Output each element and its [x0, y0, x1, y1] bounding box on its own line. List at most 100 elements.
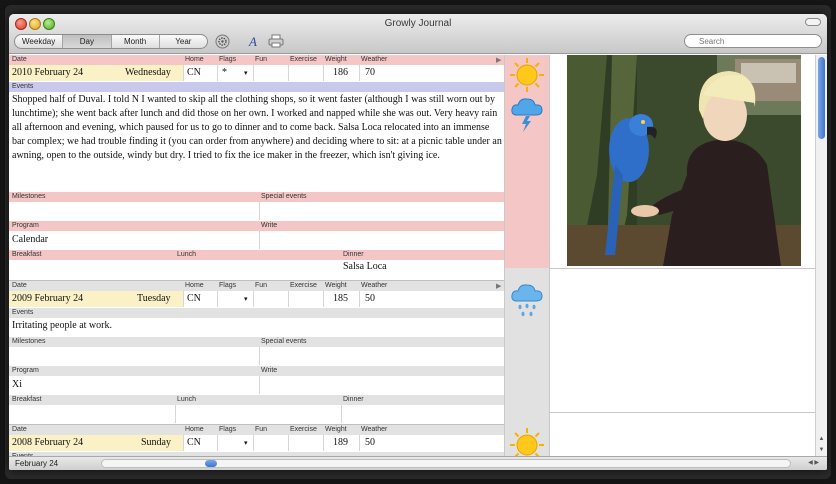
view-weekday-button[interactable]: Weekday	[15, 35, 64, 48]
home-value[interactable]: CN	[187, 436, 201, 450]
special-events-label: Special events	[261, 193, 307, 200]
events-text[interactable]: Irritating people at work.	[12, 319, 502, 335]
weight-value[interactable]: 189	[333, 436, 348, 450]
column-separator	[183, 291, 184, 307]
column-separator	[253, 291, 254, 307]
vertical-scroll-thumb[interactable]	[818, 57, 825, 139]
date-header: Date	[12, 426, 27, 433]
column-separator	[359, 435, 360, 451]
weight-header: Weight	[325, 426, 347, 433]
write-label: Write	[261, 222, 278, 229]
column-separator	[323, 435, 324, 451]
meals-label-bar: Breakfast Lunch Dinner	[9, 395, 504, 405]
current-date-label: February 24	[15, 459, 59, 468]
entry-weekday: Tuesday	[137, 293, 171, 304]
gear-icon[interactable]	[214, 34, 230, 49]
scroll-arrows-icon[interactable]: ▲ ▼	[816, 434, 827, 456]
column-separator	[259, 376, 260, 394]
horizontal-scrollbar[interactable]	[101, 459, 791, 468]
weight-value[interactable]: 185	[333, 292, 348, 306]
view-month-button[interactable]: Month	[112, 35, 160, 48]
exercise-header: Exercise	[290, 426, 317, 433]
breakfast-label: Breakfast	[12, 396, 42, 403]
view-day-button[interactable]: Day	[63, 35, 112, 48]
column-separator	[175, 405, 176, 423]
vertical-scrollbar[interactable]: ▲ ▼	[815, 55, 827, 456]
events-label-bar: Events	[9, 82, 504, 92]
flags-header: Flags	[219, 426, 237, 433]
flags-dropdown-icon[interactable]: ▾	[244, 66, 248, 80]
photo-column	[550, 55, 815, 456]
events-label: Events	[12, 83, 34, 90]
program-label-bar: Program Write	[9, 366, 504, 376]
column-separator	[288, 291, 289, 307]
column-separator	[217, 435, 218, 451]
print-icon[interactable]	[268, 34, 284, 49]
date-header: Date	[12, 56, 27, 63]
title-toolbar: Growly Journal Weekday Day Month Year A	[9, 14, 827, 54]
entry-values-row: 2010 February 24 Wednesday CN * ▾ 186 70	[9, 65, 504, 81]
horizontal-scroll-arrows-icon[interactable]: ◀ ▶	[808, 458, 819, 469]
column-separator	[259, 202, 260, 220]
horizontal-scroll-thumb[interactable]	[205, 460, 217, 467]
column-separator	[259, 231, 260, 249]
program-row[interactable]: Xi	[9, 376, 504, 394]
program-label-bar: Program Write	[9, 221, 504, 231]
journal-entry[interactable]: Date Home Flags Fun Exercise Weight Weat…	[9, 281, 504, 425]
column-separator	[217, 291, 218, 307]
photo-divider	[550, 412, 815, 413]
program-value[interactable]: Calendar	[12, 233, 48, 247]
flags-dropdown-icon[interactable]: ▾	[244, 292, 248, 306]
status-bar: February 24 ◀ ▶	[9, 456, 827, 470]
sun-icon	[510, 58, 544, 92]
font-icon[interactable]: A	[245, 34, 261, 49]
home-value[interactable]: CN	[187, 292, 201, 306]
flags-dropdown-icon[interactable]: ▾	[244, 436, 248, 450]
entry-date: 2010 February 24	[12, 67, 84, 78]
entry-values-row: 2009 February 24 Tuesday CN ▾ 185 50	[9, 291, 504, 307]
flags-value[interactable]: *	[222, 66, 227, 80]
meals-row[interactable]	[9, 405, 504, 423]
disclosure-arrow-icon[interactable]: ▶	[496, 282, 501, 290]
milestones-label-bar: Milestones Special events	[9, 192, 504, 202]
rain-cloud-lightning-icon	[511, 98, 543, 132]
entry-photo[interactable]	[567, 55, 801, 266]
disclosure-arrow-icon[interactable]: ▶	[496, 56, 501, 64]
events-label-bar: Events	[9, 308, 504, 318]
fun-header: Fun	[255, 56, 268, 63]
program-row[interactable]: Calendar	[9, 231, 504, 249]
program-value[interactable]: Xi	[12, 378, 22, 392]
journal-entry[interactable]: Date Home Flags Fun Exercise Weight Weat…	[9, 55, 504, 272]
milestones-label: Milestones	[12, 193, 46, 200]
exercise-header: Exercise	[290, 282, 317, 289]
milestones-row[interactable]	[9, 347, 504, 365]
write-label: Write	[261, 367, 278, 374]
home-value[interactable]: CN	[187, 66, 201, 80]
lunch-label: Lunch	[177, 396, 197, 403]
home-header: Home	[185, 426, 204, 433]
weather-icon-column	[504, 55, 550, 462]
photo-divider	[550, 268, 815, 269]
search-input[interactable]	[684, 34, 822, 48]
events-text[interactable]: Shopped half of Duval. I told N I wanted…	[12, 93, 502, 191]
weight-value[interactable]: 186	[333, 66, 348, 80]
milestones-row[interactable]	[9, 202, 504, 220]
weather-value[interactable]: 70	[365, 66, 375, 80]
toolbar-toggle-button[interactable]	[805, 18, 821, 26]
dinner-value[interactable]: Salsa Loca	[343, 260, 387, 274]
weather-header: Weather	[361, 426, 388, 433]
weather-value[interactable]: 50	[365, 292, 375, 306]
column-separator	[259, 347, 260, 365]
column-separator	[183, 435, 184, 451]
program-label: Program	[12, 367, 39, 374]
special-events-label: Special events	[261, 338, 307, 345]
column-separator	[253, 65, 254, 81]
column-separator	[341, 405, 342, 423]
fun-header: Fun	[255, 426, 268, 433]
entry-header-row: Date Home Flags Fun Exercise Weight Weat…	[9, 55, 504, 65]
meals-row[interactable]	[9, 259, 504, 268]
program-label: Program	[12, 222, 39, 229]
weather-value[interactable]: 50	[365, 436, 375, 450]
view-year-button[interactable]: Year	[160, 35, 207, 48]
journal-entry[interactable]: Date Home Flags Fun Exercise Weight Weat…	[9, 425, 504, 456]
